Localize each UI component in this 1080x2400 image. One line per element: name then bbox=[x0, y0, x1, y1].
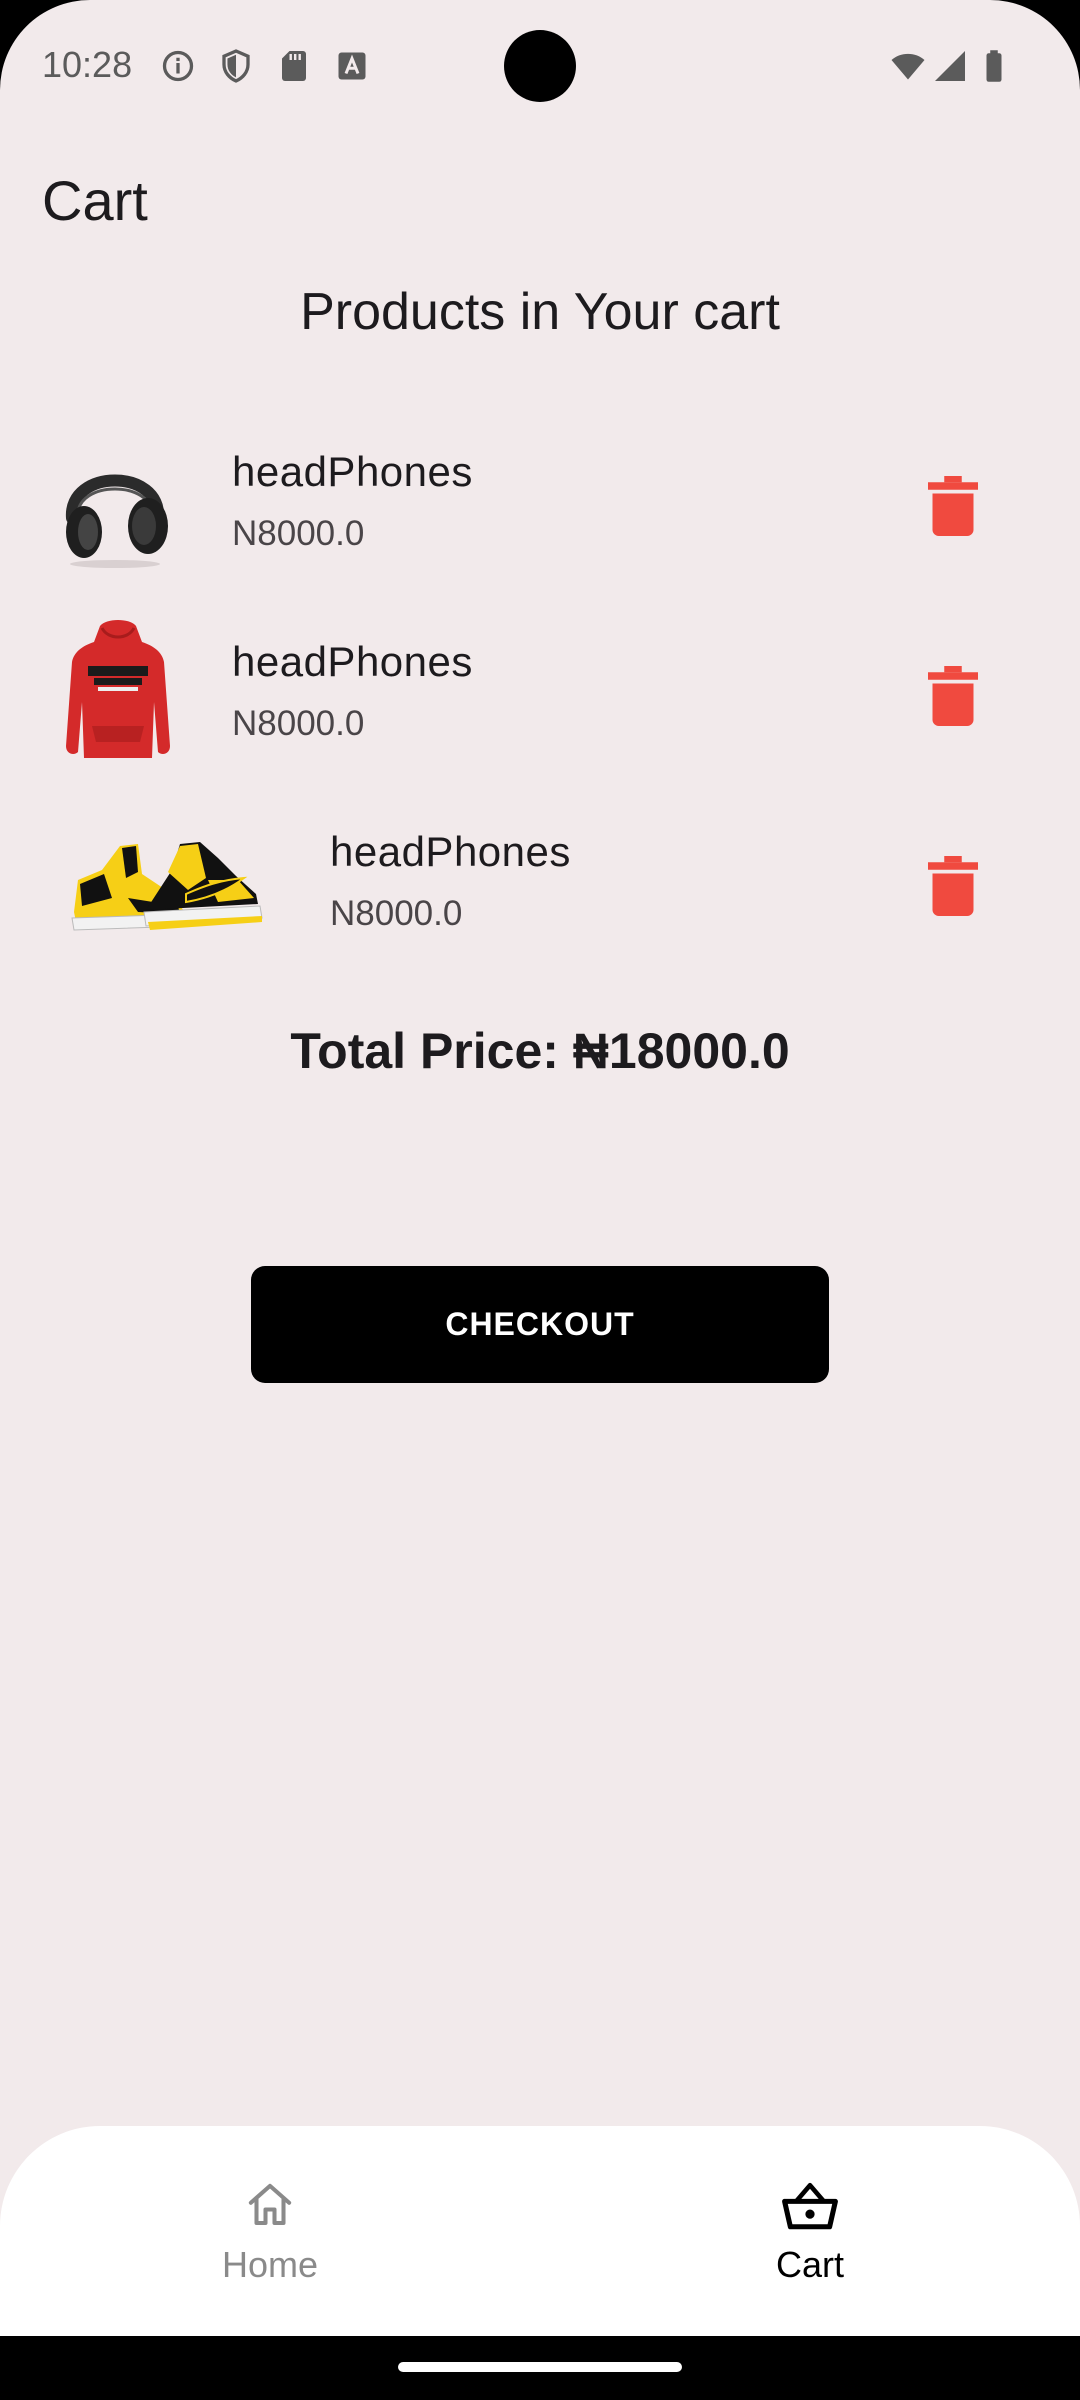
bottom-navigation: Home Cart bbox=[0, 2126, 1080, 2336]
camera-cutout bbox=[504, 30, 576, 102]
delete-button[interactable] bbox=[928, 666, 978, 726]
item-name: headPhones bbox=[330, 828, 571, 875]
basket-icon bbox=[782, 2182, 838, 2230]
signal-icon bbox=[935, 51, 965, 81]
cart-screen: 10:28 Cart Products in Your cart headPho… bbox=[0, 0, 1080, 2336]
battery-icon bbox=[986, 50, 1002, 82]
home-icon bbox=[248, 2183, 292, 2226]
nav-item-cart[interactable]: Cart bbox=[540, 2126, 1080, 2336]
yellow-sneakers-image bbox=[71, 842, 263, 931]
item-price: N8000.0 bbox=[330, 894, 463, 933]
cart-item: headPhones N8000.0 bbox=[0, 608, 1080, 778]
item-price: N8000.0 bbox=[232, 514, 365, 553]
total-price: Total Price: ₦18000.0 bbox=[290, 1023, 790, 1079]
status-time: 10:28 bbox=[42, 44, 133, 85]
red-hoodie-image bbox=[66, 620, 170, 758]
cart-item: headPhones N8000.0 bbox=[0, 418, 1080, 588]
nav-label-home: Home bbox=[221, 2244, 319, 2285]
cart-item: headPhones N8000.0 bbox=[0, 798, 1080, 968]
item-price: N8000.0 bbox=[232, 704, 365, 743]
item-name: headPhones bbox=[232, 638, 473, 685]
status-bar: 10:28 bbox=[0, 0, 1080, 130]
delete-button[interactable] bbox=[928, 476, 978, 536]
checkout-button[interactable]: CHECKOUT bbox=[251, 1266, 829, 1383]
keyboard-a-icon bbox=[338, 52, 366, 80]
gesture-home-bar[interactable] bbox=[398, 2362, 682, 2372]
nav-label-cart: Cart bbox=[775, 2244, 844, 2285]
info-icon bbox=[162, 50, 194, 82]
delete-button[interactable] bbox=[928, 856, 978, 916]
wifi-icon bbox=[891, 53, 925, 80]
shield-icon bbox=[222, 49, 250, 83]
cart-heading: Products in Your cart bbox=[300, 283, 780, 341]
nav-item-home[interactable]: Home bbox=[0, 2126, 540, 2336]
item-name: headPhones bbox=[232, 448, 473, 495]
sd-card-icon bbox=[282, 51, 306, 81]
headphones-image bbox=[65, 474, 168, 568]
page-title: Cart bbox=[42, 169, 148, 232]
